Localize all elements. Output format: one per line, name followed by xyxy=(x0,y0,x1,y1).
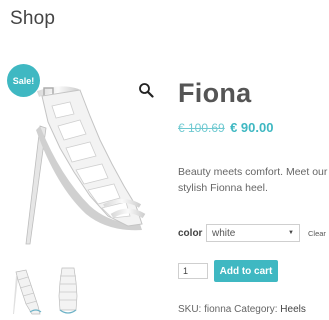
category-label: Category: xyxy=(234,304,278,315)
quantity-input[interactable]: 1 xyxy=(178,263,208,279)
color-select[interactable]: white ▼ xyxy=(206,224,300,242)
color-label: color xyxy=(178,227,203,239)
product-summary: Fiona € 100.69 € 90.00 xyxy=(178,78,329,135)
variation-row: color white ▼ Clear xyxy=(178,224,326,242)
product-thumbnail-side[interactable] xyxy=(8,262,44,318)
page-title: Shop xyxy=(10,8,56,29)
sku-label: SKU: xyxy=(178,304,202,315)
regular-price: € 100.69 xyxy=(178,121,225,135)
product-meta: SKU: fionna Category: Heels xyxy=(178,304,306,315)
color-select-value: white xyxy=(212,227,236,239)
sku-value: fionna xyxy=(204,304,232,315)
add-to-cart-button[interactable]: Add to cart xyxy=(214,260,278,282)
clear-variations-link[interactable]: Clear xyxy=(308,229,326,238)
product-title: Fiona xyxy=(178,78,252,108)
product-price: € 100.69 € 90.00 xyxy=(178,120,329,135)
sale-price: € 90.00 xyxy=(230,120,274,135)
product-description: Beauty meets comfort. Meet our stylish F… xyxy=(178,166,328,194)
sale-badge: Sale! xyxy=(7,64,40,97)
product-gallery: Sale! xyxy=(0,56,170,320)
category-link[interactable]: Heels xyxy=(280,304,306,315)
chevron-down-icon: ▼ xyxy=(288,230,294,236)
product-thumbnail-front[interactable] xyxy=(50,262,86,318)
add-to-cart-form: 1 Add to cart xyxy=(178,260,278,282)
magnifier-icon[interactable] xyxy=(138,82,154,98)
